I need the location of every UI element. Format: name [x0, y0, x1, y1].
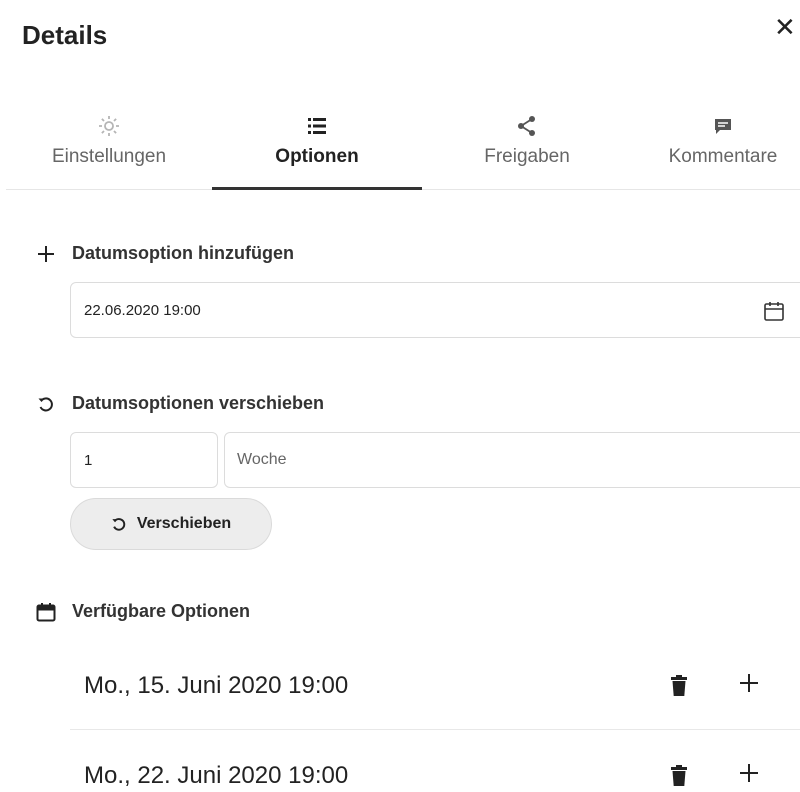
shift-amount-input[interactable]	[84, 451, 204, 469]
trash-icon[interactable]	[670, 765, 688, 792]
section-heading: Datumsoptionen verschieben	[72, 393, 325, 413]
trash-icon[interactable]	[670, 675, 688, 702]
tab-optionen[interactable]: Optionen	[212, 112, 422, 190]
plus-icon[interactable]	[738, 761, 760, 789]
available-options-section-header: Verfügbare Optionen	[34, 601, 250, 622]
date-option-field[interactable]	[70, 282, 800, 338]
tab-kommentare[interactable]: Kommentare	[646, 112, 800, 190]
list-icon	[212, 112, 422, 140]
close-icon[interactable]: ✕	[774, 14, 796, 40]
calendar-icon[interactable]	[763, 300, 785, 327]
add-date-section-header: Datumsoption hinzufügen	[34, 243, 294, 264]
tab-bar: Einstellungen Optionen Freigaben Komment…	[6, 112, 800, 190]
panel-title: Details	[22, 20, 108, 50]
date-option-label: Mo., 15. Juni 2020 19:00	[84, 672, 349, 699]
undo-icon	[34, 395, 58, 413]
tab-einstellungen[interactable]: Einstellungen	[20, 112, 198, 190]
date-option-input[interactable]	[84, 301, 684, 319]
tab-freigaben[interactable]: Freigaben	[438, 112, 616, 190]
comment-icon	[646, 112, 800, 140]
tab-label: Optionen	[275, 146, 359, 167]
undo-icon	[111, 516, 127, 532]
panel-header: Details	[22, 20, 107, 51]
list-item: Mo., 15. Juni 2020 19:00	[70, 643, 800, 729]
list-item: Mo., 22. Juni 2020 19:00	[70, 733, 800, 792]
divider	[70, 729, 800, 730]
shift-dates-section-header: Datumsoptionen verschieben	[34, 393, 324, 414]
shift-amount-field[interactable]	[70, 432, 218, 488]
section-heading: Verfügbare Optionen	[72, 601, 251, 621]
calendar-icon	[34, 602, 58, 622]
shift-button[interactable]: Verschieben	[70, 498, 272, 550]
tab-label: Freigaben	[484, 146, 570, 167]
shift-unit-select[interactable]: Woche	[224, 432, 800, 488]
share-icon	[438, 112, 616, 140]
shift-unit-value: Woche	[237, 451, 287, 468]
plus-icon[interactable]	[738, 671, 760, 699]
gear-icon	[20, 112, 198, 140]
tab-label: Kommentare	[668, 146, 778, 167]
tab-label: Einstellungen	[51, 146, 167, 167]
date-option-label: Mo., 22. Juni 2020 19:00	[84, 762, 349, 789]
plus-icon[interactable]	[34, 245, 58, 263]
shift-button-label: Verschieben	[136, 515, 232, 532]
section-heading: Datumsoption hinzufügen	[72, 243, 294, 263]
